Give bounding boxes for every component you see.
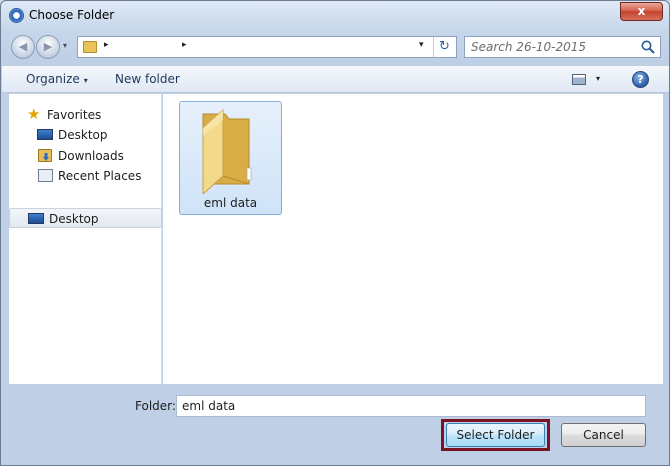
arrow-left-icon: ◀ [18,40,28,53]
folder-view[interactable]: eml data [163,94,663,384]
cancel-button[interactable]: Cancel [561,423,646,447]
desktop-icon [37,129,53,140]
refresh-icon: ↻ [439,39,450,54]
folder-item-eml-data[interactable]: eml data [179,101,282,215]
nav-item-recent-places[interactable]: Recent Places [9,166,162,186]
address-bar[interactable]: ▸ ▸ ▾ [77,36,457,58]
window-title: Choose Folder [29,8,115,22]
folder-icon [83,41,97,53]
nav-item-label: Desktop [49,212,99,226]
select-folder-button[interactable]: Select Folder [446,423,545,447]
nav-item-desktop[interactable]: Desktop [9,125,162,145]
desktop-icon [28,213,44,224]
recent-locations-dropdown[interactable]: ▾ [63,41,67,50]
star-icon: ★ [27,105,41,123]
search-input[interactable]: Search 26-10-2015 [471,40,586,54]
address-dropdown-icon[interactable]: ▾ [419,40,424,50]
app-icon [9,8,24,23]
recent-places-icon [38,169,53,182]
folder-icon [202,108,252,194]
view-options-dropdown-icon[interactable]: ▾ [596,74,600,83]
command-toolbar: Organize ▾ New folder ▾ ? [2,65,669,93]
forward-button[interactable]: ▶ [36,35,60,59]
breadcrumb-segment[interactable] [116,39,178,55]
arrow-right-icon: ▶ [43,40,53,53]
breadcrumb-chevron-icon[interactable]: ▸ [104,40,109,50]
nav-item-label: Desktop [58,128,108,142]
navigation-pane[interactable]: ★ Favorites Desktop Downloads Recent Pla… [9,94,162,384]
downloads-icon [38,149,52,162]
nav-item-desktop-selected[interactable]: Desktop [9,208,162,228]
nav-favorites-label: Favorites [47,108,102,122]
folder-field-label: Folder: [135,399,176,413]
choose-folder-dialog: Choose Folder x ◀ ▶ ▾ ▸ ▸ ▾ ↻ Search 26-… [0,0,670,466]
nav-item-downloads[interactable]: Downloads [9,146,162,166]
nav-item-label: Recent Places [58,169,142,183]
title-bar: Choose Folder x [1,1,669,31]
help-icon[interactable]: ? [632,71,649,88]
folder-name-input[interactable] [176,395,646,417]
organize-label: Organize [26,72,80,86]
breadcrumb-chevron-icon[interactable]: ▸ [182,40,187,50]
search-box[interactable]: Search 26-10-2015 [464,36,661,58]
new-folder-button[interactable]: New folder [115,72,180,86]
close-button[interactable]: x [620,2,663,21]
chevron-down-icon: ▾ [83,76,88,85]
folder-name: eml data [203,196,258,210]
back-button[interactable]: ◀ [11,35,35,59]
nav-item-label: Downloads [58,149,124,163]
organize-button[interactable]: Organize ▾ [26,72,88,86]
search-icon[interactable] [640,39,656,55]
nav-favorites[interactable]: ★ Favorites [9,105,162,125]
change-view-icon[interactable] [572,74,586,85]
refresh-button[interactable]: ↻ [433,37,455,57]
